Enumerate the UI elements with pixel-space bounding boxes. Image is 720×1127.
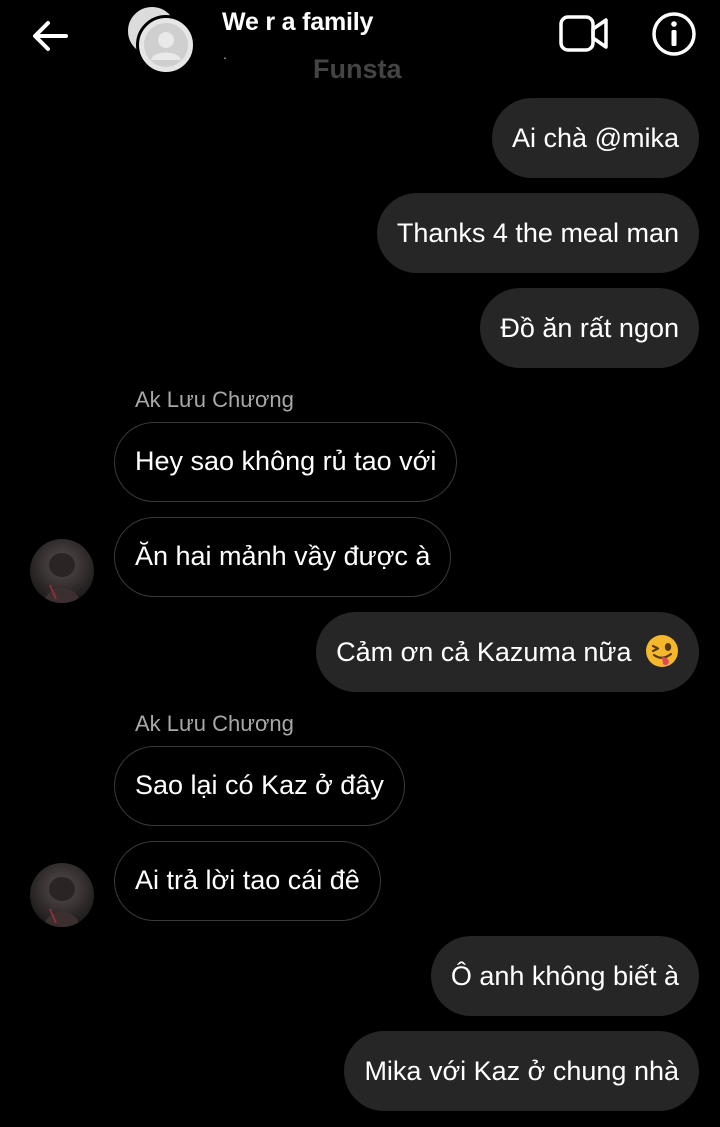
- message-bubble-incoming[interactable]: Hey sao không rủ tao với: [114, 422, 458, 502]
- message-bubble-outgoing[interactable]: Ai chà @mika: [492, 98, 699, 178]
- avatar-photo: [44, 877, 80, 927]
- sender-name: Ak Lưu Chương: [135, 711, 294, 736]
- back-button[interactable]: [28, 14, 72, 58]
- thread-dot: .: [223, 46, 227, 62]
- message-bubble-outgoing[interactable]: Cảm ơn cả Kazuma nữa: [316, 612, 699, 692]
- message-bubble-outgoing[interactable]: Đồ ăn rất ngon: [480, 288, 699, 368]
- message-bubble-incoming[interactable]: Ăn hai mảnh vầy được à: [114, 517, 452, 597]
- info-icon: [652, 12, 696, 56]
- sender-name: Ak Lưu Chương: [135, 387, 294, 412]
- thread-subtitle: Funsta: [313, 54, 402, 84]
- info-button[interactable]: [650, 10, 698, 58]
- chat-header: We r a family . Funsta: [0, 0, 720, 88]
- winking-face-with-tongue-icon: [646, 635, 678, 668]
- default-user-icon: [144, 23, 188, 67]
- avatar-front: [136, 15, 196, 75]
- message-bubble-incoming[interactable]: Ai trả lời tao cái đê: [114, 841, 381, 921]
- sender-avatar[interactable]: [30, 863, 94, 927]
- thread-title[interactable]: We r a family: [222, 8, 373, 37]
- avatar-photo: [44, 553, 80, 603]
- sender-avatar[interactable]: [30, 539, 94, 603]
- video-camera-icon: [559, 15, 608, 52]
- message-bubble-outgoing[interactable]: Ô anh không biết à: [430, 936, 699, 1016]
- arrow-left-icon: [33, 21, 68, 51]
- message-text: Cảm ơn cả Kazuma nữa: [336, 637, 632, 667]
- message-bubble-outgoing[interactable]: Thanks 4 the meal man: [376, 193, 699, 273]
- video-call-button[interactable]: [558, 12, 610, 56]
- message-bubble-outgoing[interactable]: Mika với Kaz ở chung nhà: [344, 1031, 699, 1111]
- message-bubble-incoming[interactable]: Sao lại có Kaz ở đây: [114, 746, 405, 826]
- group-avatar[interactable]: [126, 5, 196, 75]
